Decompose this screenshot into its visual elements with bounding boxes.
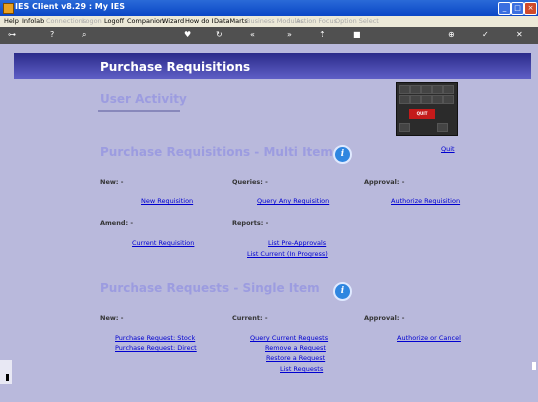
title-bar: IES Client v8.29 : My IES _ □ × bbox=[0, 0, 538, 16]
quit-link[interactable]: Quit bbox=[441, 145, 455, 153]
upload-icon[interactable]: ⇡ bbox=[319, 30, 326, 39]
purchase-request-stock-link[interactable]: Purchase Request: Stock bbox=[115, 334, 195, 342]
scrollbar-thumb[interactable] bbox=[532, 362, 536, 370]
window-title: IES Client v8.29 : My IES bbox=[15, 2, 125, 11]
new-requisition-link[interactable]: New Requisition bbox=[141, 197, 193, 205]
query-current-requests-link[interactable]: Query Current Requests bbox=[250, 334, 328, 342]
toolbar: ⊶ ? ⌕ ♥ ↻ « » ⇡ ■ ⊕ ✓ ✕ bbox=[0, 27, 538, 44]
list-current-in-progress-link[interactable]: List Current (In Progress) bbox=[247, 250, 328, 258]
purchase-request-direct-link[interactable]: Purchase Request: Direct bbox=[115, 344, 197, 352]
user-activity-heading: User Activity bbox=[100, 92, 187, 106]
reports-label: Reports: - bbox=[232, 219, 269, 227]
key-icon[interactable]: ⊶ bbox=[8, 30, 16, 39]
menu-datamarts[interactable]: DataMarts bbox=[214, 17, 248, 25]
menu-help[interactable]: Help bbox=[4, 17, 19, 25]
remove-a-request-link[interactable]: Remove a Request bbox=[265, 344, 326, 352]
help-icon[interactable]: ? bbox=[50, 30, 54, 39]
authorize-or-cancel-link[interactable]: Authorize or Cancel bbox=[397, 334, 461, 342]
menu-wizard[interactable]: Wizard bbox=[162, 17, 184, 25]
info-icon[interactable]: i bbox=[333, 282, 352, 301]
menu-connections[interactable]: Connections bbox=[46, 17, 86, 25]
heart-icon[interactable]: ♥ bbox=[184, 30, 191, 39]
add-icon[interactable]: ⊕ bbox=[448, 30, 455, 39]
new-label: New: - bbox=[100, 178, 124, 186]
section-single-item-title: Purchase Requests - Single Item bbox=[100, 281, 320, 295]
new-label: New: - bbox=[100, 314, 124, 322]
side-panel-marker bbox=[6, 374, 9, 381]
close-icon[interactable]: ✕ bbox=[516, 30, 523, 39]
minimize-button[interactable]: _ bbox=[498, 2, 511, 15]
menu-companion[interactable]: Companion bbox=[127, 17, 164, 25]
close-window-button[interactable]: × bbox=[524, 2, 537, 15]
menu-logon[interactable]: Logon bbox=[82, 17, 102, 25]
menu-action-focus[interactable]: Action Focus bbox=[296, 17, 337, 25]
amend-label: Amend: - bbox=[100, 219, 134, 227]
search-icon[interactable]: ⌕ bbox=[82, 30, 86, 40]
query-any-requisition-link[interactable]: Query Any Requisition bbox=[257, 197, 329, 205]
approval-label: Approval: - bbox=[364, 178, 405, 186]
queries-label: Queries: - bbox=[232, 178, 268, 186]
menu-infolab[interactable]: Infolab bbox=[22, 17, 44, 25]
list-requests-link[interactable]: List Requests bbox=[280, 365, 323, 373]
page-banner: Purchase Requisitions bbox=[14, 53, 531, 79]
refresh-icon[interactable]: ↻ bbox=[216, 30, 223, 39]
info-icon[interactable]: i bbox=[333, 145, 352, 164]
current-label: Current: - bbox=[232, 314, 268, 322]
app-icon bbox=[3, 3, 14, 14]
quit-keyboard-image: QUIT bbox=[396, 82, 458, 136]
maximize-button[interactable]: □ bbox=[511, 2, 524, 15]
page-title: Purchase Requisitions bbox=[100, 60, 251, 74]
forward-icon[interactable]: » bbox=[287, 30, 292, 39]
menu-option-select[interactable]: Option Select bbox=[335, 17, 379, 25]
authorize-requisition-link[interactable]: Authorize Requisition bbox=[391, 197, 460, 205]
current-requisition-link[interactable]: Current Requisition bbox=[132, 239, 194, 247]
menu-logoff[interactable]: Logoff bbox=[104, 17, 124, 25]
application-window: IES Client v8.29 : My IES _ □ × Help Inf… bbox=[0, 0, 538, 402]
list-pre-approvals-link[interactable]: List Pre-Approvals bbox=[268, 239, 326, 247]
check-icon[interactable]: ✓ bbox=[482, 30, 489, 39]
approval-label: Approval: - bbox=[364, 314, 405, 322]
stop-icon[interactable]: ■ bbox=[353, 30, 361, 39]
heading-underline bbox=[98, 110, 180, 112]
section-multi-item-title: Purchase Requisitions - Multi Item bbox=[100, 145, 333, 159]
menu-bar: Help Infolab Connections Logon Logoff Co… bbox=[0, 16, 538, 27]
quit-key: QUIT bbox=[409, 109, 435, 119]
restore-a-request-link[interactable]: Restore a Request bbox=[266, 354, 325, 362]
back-icon[interactable]: « bbox=[250, 30, 255, 39]
menu-how-do-i[interactable]: How do I bbox=[185, 17, 213, 25]
